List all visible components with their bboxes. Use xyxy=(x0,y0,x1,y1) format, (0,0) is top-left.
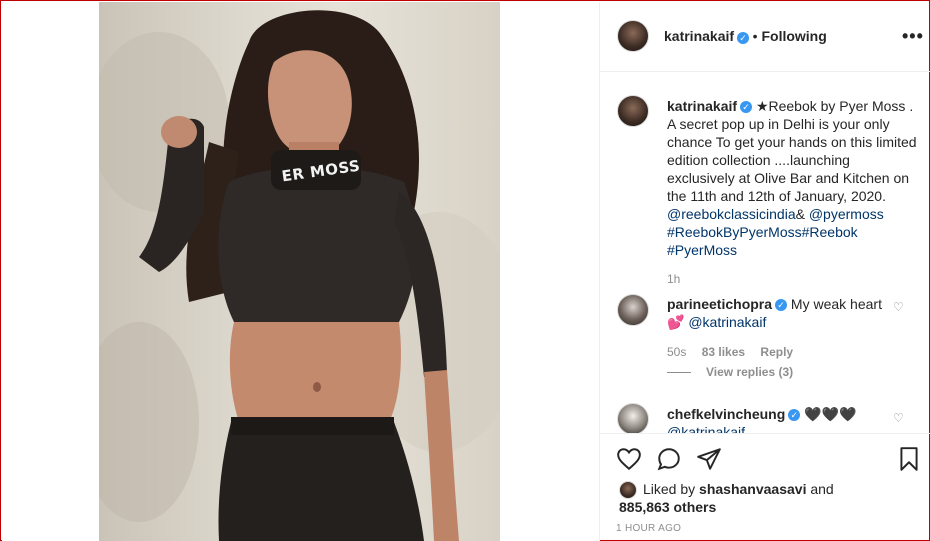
caption-avatar[interactable] xyxy=(617,95,649,127)
share-icon[interactable] xyxy=(696,446,722,472)
likes-count[interactable]: 885,863 others xyxy=(619,499,716,515)
comment-icon[interactable] xyxy=(656,446,682,472)
post-header: katrinakaif ✓ • Following ••• xyxy=(600,2,930,72)
verified-badge-icon: ✓ xyxy=(788,409,801,422)
view-replies-button[interactable]: View replies (3) xyxy=(706,365,793,379)
caption-amp: & xyxy=(795,206,809,222)
comments-list[interactable]: katrinakaif ✓ ★Reebok by Pyer Moss . A se… xyxy=(600,73,930,433)
comment-meta: 50s 83 likes Reply xyxy=(667,345,793,359)
comment-likes[interactable]: 83 likes xyxy=(702,345,745,359)
more-options-icon[interactable]: ••• xyxy=(902,26,924,47)
comment-item: chefkelvincheung ✓ 🖤🖤🖤 @katrinakaif xyxy=(667,405,887,433)
commenter-username[interactable]: chefkelvincheung xyxy=(667,406,785,422)
caption: katrinakaif ✓ ★Reebok by Pyer Moss . A se… xyxy=(667,97,917,259)
comment-like-icon[interactable]: ♡ xyxy=(893,300,904,314)
commenter-username[interactable]: parineetichopra xyxy=(667,296,772,312)
comment-like-icon[interactable]: ♡ xyxy=(893,411,904,425)
verified-badge-icon: ✓ xyxy=(775,299,788,312)
commenter-avatar[interactable] xyxy=(617,294,649,326)
follow-button[interactable]: Following xyxy=(761,28,826,44)
caption-username[interactable]: katrinakaif xyxy=(667,98,737,114)
post-photo[interactable]: ER MOSS xyxy=(99,2,500,541)
comment-time[interactable]: 50s xyxy=(667,345,686,359)
comment-emoji: 💕 xyxy=(667,314,685,330)
comment-text: My weak heart xyxy=(790,296,882,312)
post-timestamp[interactable]: 1 HOUR AGO xyxy=(616,523,681,534)
verified-badge-icon: ✓ xyxy=(740,101,753,114)
comment-item: parineetichopra ✓ My weak heart 💕 @katrin… xyxy=(667,295,887,331)
mention-link[interactable]: @katrinakaif xyxy=(667,424,745,433)
mention-link[interactable]: @pyermoss xyxy=(809,206,884,222)
hashtag-link[interactable]: #PyerMoss xyxy=(667,242,737,258)
post-media: ER MOSS xyxy=(2,2,599,541)
post-sidebar: katrinakaif ✓ • Following ••• katrinakaif… xyxy=(599,2,930,541)
bookmark-icon[interactable] xyxy=(896,446,922,472)
comment-text: 🖤🖤🖤 xyxy=(804,406,857,422)
post-window: ER MOSS katrinakaif ✓ • Following ••• kat… xyxy=(0,0,930,541)
liker-username[interactable]: shashanvaasavi xyxy=(699,481,806,497)
liked-by-prefix: Liked by xyxy=(643,481,696,497)
mention-link[interactable]: @reebokclassicindia xyxy=(667,206,796,222)
reply-button[interactable]: Reply xyxy=(760,345,793,359)
commenter-avatar[interactable] xyxy=(617,403,649,433)
author-line: katrinakaif ✓ • Following xyxy=(664,28,827,44)
caption-time[interactable]: 1h xyxy=(667,272,680,286)
photo-illustration xyxy=(99,10,500,541)
hashtag-link[interactable]: #ReebokByPyerMoss xyxy=(667,224,802,240)
heart-icon[interactable] xyxy=(616,446,642,472)
likes-and: and xyxy=(810,481,834,497)
verified-badge-icon: ✓ xyxy=(737,31,750,44)
post-actions: Liked by shashanvaasavi and 885,863 othe… xyxy=(600,433,930,541)
replies-divider xyxy=(667,372,691,373)
author-avatar[interactable] xyxy=(617,20,649,52)
hashtag-link[interactable]: #Reebok xyxy=(802,224,858,240)
author-username[interactable]: katrinakaif xyxy=(664,28,734,44)
mention-link[interactable]: @katrinakaif xyxy=(688,314,766,330)
likes-summary: Liked by shashanvaasavi and 885,863 othe… xyxy=(619,480,834,516)
